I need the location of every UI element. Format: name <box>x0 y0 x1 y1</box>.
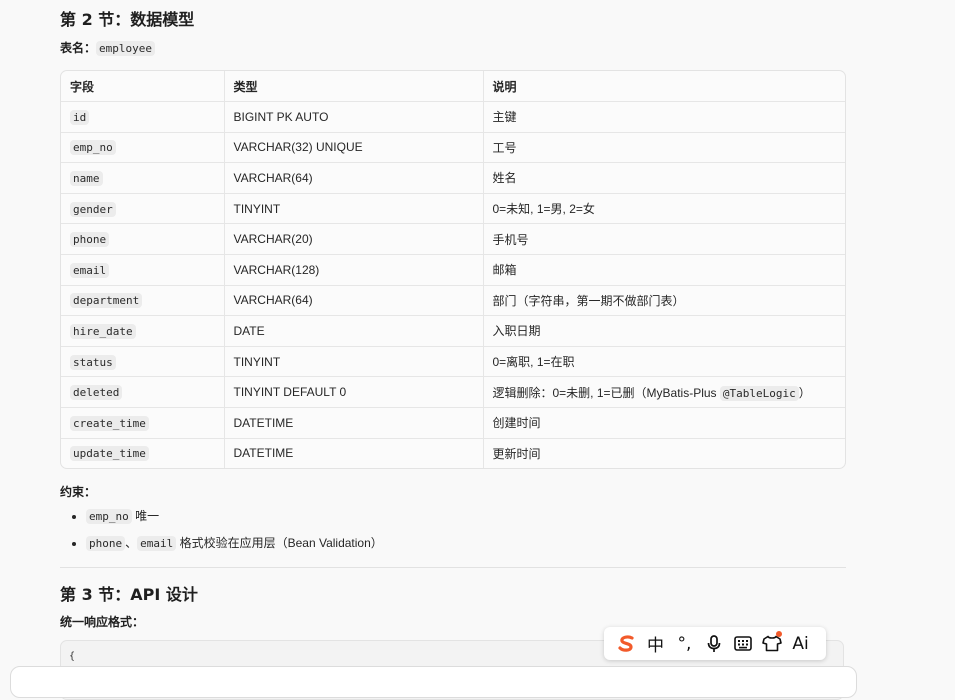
table-row: name VARCHAR(64) 姓名 <box>61 162 845 194</box>
field-name: update_time <box>70 446 149 462</box>
punctuation-icon[interactable]: °, <box>670 627 699 660</box>
list-item: phone、email 格式校验在应用层（Bean Validation） <box>86 533 383 554</box>
field-name: emp_no <box>70 140 116 156</box>
constraint-code: phone <box>86 536 126 551</box>
field-type: TINYINT <box>224 193 484 225</box>
field-desc-suffix: ） <box>798 385 811 400</box>
field-desc: 创建时间 <box>483 407 845 439</box>
constraint-text: 格式校验在应用层（Bean Validation） <box>176 536 383 550</box>
column-header-field: 字段 <box>61 71 225 102</box>
field-name: create_time <box>70 415 149 431</box>
table-row: create_time DATETIME 创建时间 <box>61 407 845 439</box>
constraint-text: 唯一 <box>131 509 160 523</box>
notification-dot <box>776 631 782 637</box>
field-name: status <box>70 354 116 370</box>
field-name: department <box>70 293 143 309</box>
table-row: emp_no VARCHAR(32) UNIQUE 工号 <box>61 132 845 164</box>
field-desc: 工号 <box>483 132 845 164</box>
table-name-label: 表名： employee <box>60 40 155 57</box>
field-type: TINYINT <box>224 346 484 378</box>
field-name: phone <box>70 232 110 248</box>
constraint-code: emp_no <box>86 509 132 524</box>
code-line: { <box>69 651 76 662</box>
table-row: deleted TINYINT DEFAULT 0 逻辑删除：0=未删, 1=已… <box>61 376 845 408</box>
constraints-label: 约束： <box>60 485 97 499</box>
table-name-code: employee <box>96 41 155 56</box>
field-name: email <box>70 262 110 278</box>
table-row: id BIGINT PK AUTO 主键 <box>61 101 845 133</box>
field-type: VARCHAR(64) <box>224 162 484 194</box>
field-desc: 更新时间 <box>492 446 541 461</box>
field-desc: 部门（字符串，第一期不做部门表） <box>483 285 845 317</box>
field-type: VARCHAR(32) UNIQUE <box>224 132 484 164</box>
field-desc: 手机号 <box>483 223 845 255</box>
table-name-prefix: 表名： <box>60 41 97 55</box>
table-row: update_time DATETIME 更新时间 <box>61 438 845 469</box>
field-name: deleted <box>70 385 123 401</box>
field-type: DATE <box>224 315 484 347</box>
field-desc: 0=未知, 1=男, 2=女 <box>483 193 845 225</box>
field-name: hire_date <box>70 323 136 339</box>
table-header-row: 字段 类型 说明 <box>61 71 845 102</box>
field-name: name <box>70 170 103 186</box>
field-type: DATETIME <box>224 407 484 439</box>
field-type: DATETIME <box>224 438 484 469</box>
field-desc-code: @TableLogic <box>719 385 799 401</box>
field-desc: 姓名 <box>483 162 845 194</box>
microphone-icon[interactable] <box>699 627 728 660</box>
field-type: VARCHAR(128) <box>224 254 484 286</box>
field-desc: 邮箱 <box>483 254 845 286</box>
section-3-title: 第 3 节：API 设计 <box>60 585 198 604</box>
field-type: VARCHAR(64) <box>224 285 484 317</box>
section-2-title: 第 2 节：数据模型 <box>60 10 195 29</box>
table-row: status TINYINT 0=离职, 1=在职 <box>61 346 845 378</box>
field-type: VARCHAR(20) <box>224 223 484 255</box>
skin-shirt-icon[interactable] <box>757 627 786 660</box>
column-header-type: 类型 <box>224 71 484 102</box>
table-row: hire_date DATE 入职日期 <box>61 315 845 347</box>
response-format-label: 统一响应格式： <box>60 615 145 629</box>
table-row: phone VARCHAR(20) 手机号 <box>61 223 845 255</box>
field-desc: 主键 <box>483 101 845 133</box>
field-name: gender <box>70 201 116 217</box>
ai-icon[interactable]: Ai <box>786 627 815 660</box>
section-divider <box>60 567 846 568</box>
field-type: BIGINT PK AUTO <box>224 101 484 133</box>
constraint-code: email <box>137 536 177 551</box>
chat-input-panel[interactable] <box>10 666 857 698</box>
field-desc: 逻辑删除：0=未删, 1=已删（MyBatis-Plus @TableLogic… <box>483 376 845 408</box>
field-type: TINYINT DEFAULT 0 <box>224 376 484 408</box>
sogou-logo-icon[interactable] <box>612 627 641 660</box>
field-desc: 入职日期 <box>483 315 845 347</box>
table-row: email VARCHAR(128) 邮箱 <box>61 254 845 286</box>
constraint-separator: 、 <box>125 536 138 550</box>
field-name: id <box>70 109 90 125</box>
table-row: department VARCHAR(64) 部门（字符串，第一期不做部门表） <box>61 285 845 317</box>
column-header-desc: 说明 <box>483 71 845 102</box>
chinese-mode-icon[interactable]: 中 <box>641 627 670 660</box>
constraints-list: emp_no 唯一 phone、email 格式校验在应用层（Bean Vali… <box>60 506 383 560</box>
field-desc: 0=离职, 1=在职 <box>483 346 845 378</box>
list-item: emp_no 唯一 <box>86 506 383 527</box>
schema-table-container: 字段 类型 说明 id BIGINT PK AUTO 主键 emp_no VAR… <box>60 70 846 470</box>
schema-table: 字段 类型 说明 id BIGINT PK AUTO 主键 emp_no VAR… <box>61 71 845 469</box>
field-desc-text: 逻辑删除：0=未删, 1=已删（MyBatis-Plus <box>492 385 720 400</box>
ime-toolbar[interactable]: 中 °, Ai <box>604 627 826 660</box>
table-row: gender TINYINT 0=未知, 1=男, 2=女 <box>61 193 845 225</box>
keyboard-icon[interactable] <box>728 627 757 660</box>
